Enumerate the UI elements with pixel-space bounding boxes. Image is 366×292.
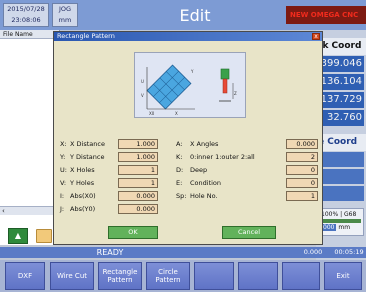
dialog-close-button[interactable]: x <box>312 33 320 40</box>
deep-key: D: <box>176 166 184 174</box>
x-holes-input[interactable]: 1 <box>118 165 158 175</box>
diagram-v-label: V <box>141 93 144 98</box>
machine-coord-x <box>318 152 364 167</box>
pattern-diagram: U V X0 X Y Z <box>134 52 246 118</box>
x-holes-key: U: <box>60 166 67 174</box>
x-angles-key: A: <box>176 140 183 148</box>
pattern-mode-input[interactable]: 2 <box>286 152 318 162</box>
y-distance-label: Y Distance <box>70 153 105 161</box>
feed-rate-box: 100% | G68 000 mm <box>318 208 364 236</box>
machine-coord-header: e Coord <box>316 134 366 151</box>
file-list-panel[interactable]: File Name ‹ <box>0 30 60 245</box>
pattern-diagram-svg: U V X0 X Y Z <box>141 64 237 116</box>
work-coord-x: 399.046 <box>318 56 364 72</box>
work-coord-header: rk Coord <box>316 38 366 55</box>
x-angles-input[interactable]: 0.000 <box>286 139 318 149</box>
abs-y0-input[interactable]: 0.000 <box>118 204 158 214</box>
condition-label: Condition <box>190 179 222 187</box>
diagram-x-label: X <box>175 111 178 116</box>
circle-pattern-button[interactable]: Circle Pattern <box>146 262 190 290</box>
abs-y0-label: Abs(Y0) <box>70 205 96 213</box>
x-distance-key: X: <box>60 140 67 148</box>
y-holes-label: Y Holes <box>70 179 95 187</box>
abs-x0-key: I: <box>60 192 65 200</box>
feed-g-code: G68 <box>344 211 357 218</box>
coordinate-panel: rk Coord 399.046 136.104 137.729 32.760 … <box>316 30 366 260</box>
work-coord-y: 136.104 <box>318 74 364 90</box>
drill-tool-graphic: Z <box>219 68 237 102</box>
top-bar: 2015/07/28 23:08:06 JOG mm Edit NEW OMEG… <box>0 0 366 30</box>
toolbar-slot-6[interactable] <box>238 262 278 290</box>
y-distance-key: Y: <box>60 153 66 161</box>
cancel-button[interactable]: Cancel <box>222 226 276 239</box>
machine-coord-z <box>318 186 364 201</box>
y-holes-key: V: <box>60 179 67 187</box>
unit-text: mm <box>58 16 72 24</box>
toolbar-slot-5[interactable] <box>194 262 234 290</box>
pattern-mode-label: 0:inner 1:outer 2:all <box>190 153 255 161</box>
machine-name-badge: NEW OMEGA CNC <box>286 6 366 24</box>
abs-y0-key: J: <box>60 205 65 213</box>
mode-text: JOG <box>58 5 72 13</box>
hole-no-key: Sp: <box>176 192 187 200</box>
ok-button[interactable]: OK <box>108 226 158 239</box>
dxf-button[interactable]: DXF <box>5 262 45 290</box>
status-bar: READY 0.000 00:05:19 <box>0 247 366 258</box>
y-distance-input[interactable]: 1.000 <box>118 152 158 162</box>
wire-cut-button[interactable]: Wire Cut <box>50 262 94 290</box>
deep-label: Deep <box>190 166 208 174</box>
folder-icon[interactable] <box>36 229 52 243</box>
x-distance-input[interactable]: 1.000 <box>118 139 158 149</box>
date-text: 2015/07/28 <box>7 5 45 13</box>
hole-grid-graphic <box>146 64 192 110</box>
rectangle-pattern-dialog: Rectangle Pattern x U V X0 X Y Z X: X Di… <box>53 31 323 245</box>
file-list-scrollbar[interactable]: ‹ <box>0 206 60 215</box>
file-name-column-header[interactable]: File Name <box>0 30 59 39</box>
function-toolbar: DXF Wire Cut Rectangle Pattern Circle Pa… <box>0 260 366 292</box>
rectangle-pattern-button[interactable]: Rectangle Pattern <box>98 262 142 290</box>
diagram-z-label: Z <box>234 91 237 96</box>
feed-percent: 100% <box>321 211 339 218</box>
diagram-y-label: Y <box>190 69 194 74</box>
diagram-u-label: U <box>141 79 144 84</box>
work-coord-c: 32.760 <box>318 110 364 126</box>
x-angles-label: X Angles <box>190 140 219 148</box>
condition-key: E: <box>176 179 183 187</box>
deep-input[interactable]: 0 <box>286 165 318 175</box>
hole-no-label: Hole No. <box>190 192 218 200</box>
status-value: 0.000 <box>303 248 323 256</box>
diagram-origin-label: X0 <box>149 111 155 116</box>
abs-x0-label: Abs(X0) <box>70 192 96 200</box>
hole-no-input[interactable]: 1 <box>286 191 318 201</box>
time-text: 23:08:06 <box>11 16 41 24</box>
feed-units-value: 000 <box>321 224 337 231</box>
abs-x0-input[interactable]: 0.000 <box>118 191 158 201</box>
condition-input[interactable]: 0 <box>286 178 318 188</box>
feed-units-label: mm <box>338 224 351 231</box>
triangle-up-icon: ▲ <box>14 231 22 240</box>
toolbar-slot-7[interactable] <box>282 262 320 290</box>
date-time-display: 2015/07/28 23:08:06 <box>3 3 49 27</box>
x-holes-label: X Holes <box>70 166 95 174</box>
scroll-left-icon[interactable]: ‹ <box>2 207 5 216</box>
y-holes-input[interactable]: 1 <box>118 178 158 188</box>
work-coord-z: 137.729 <box>318 92 364 108</box>
page-title: Edit <box>179 6 211 25</box>
status-ready: READY <box>96 248 124 257</box>
mode-unit-display: JOG mm <box>52 3 78 27</box>
pattern-mode-key: K: <box>176 153 183 161</box>
folder-up-button[interactable]: ▲ <box>8 228 28 244</box>
dialog-title: Rectangle Pattern <box>54 32 322 41</box>
machine-coord-y <box>318 169 364 184</box>
exit-button[interactable]: Exit <box>324 262 362 290</box>
status-timer: 00:05:19 <box>334 248 364 256</box>
close-icon: x <box>314 33 318 40</box>
x-distance-label: X Distance <box>70 140 105 148</box>
